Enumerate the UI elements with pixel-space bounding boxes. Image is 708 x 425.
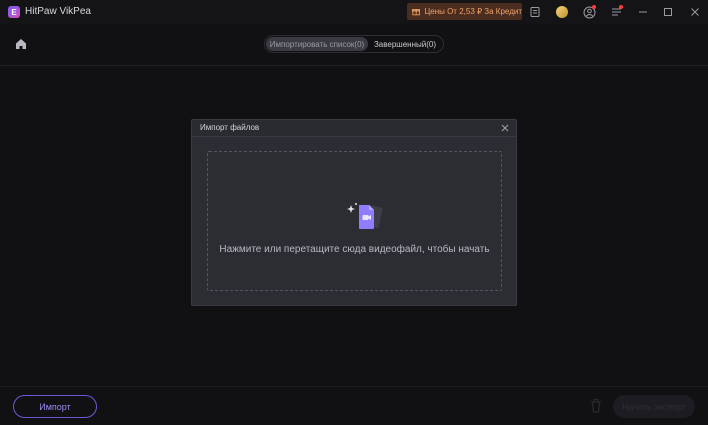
account-icon[interactable] <box>582 5 596 19</box>
tab-import-list[interactable]: Импортировать список(0) <box>266 37 368 51</box>
video-file-icon <box>347 203 383 229</box>
notification-dot <box>592 5 596 9</box>
maximize-icon[interactable] <box>661 5 675 19</box>
close-icon[interactable] <box>500 123 510 133</box>
minimize-icon[interactable] <box>636 5 650 19</box>
gift-icon <box>412 9 421 16</box>
trash-icon[interactable] <box>589 398 603 414</box>
promo-text: Цены От 2,53 ₽ За Кредит <box>424 7 522 16</box>
notes-icon[interactable] <box>528 5 542 19</box>
close-window-icon[interactable] <box>688 5 702 19</box>
list-tabs: Импортировать список(0) Завершенный(0) <box>264 35 444 53</box>
import-button[interactable]: Импорт <box>13 395 97 418</box>
drop-instruction-text: Нажмите или перетащите сюда видеофайл, ч… <box>219 244 490 255</box>
app-title: HitPaw VikPea <box>25 6 91 17</box>
start-export-button[interactable]: Начать экспорт <box>613 395 695 418</box>
import-dialog: Импорт файлов Нажмите или перетащите сюд… <box>191 119 517 306</box>
app-logo-letter: E <box>11 7 17 17</box>
dialog-header: Импорт файлов <box>192 120 516 137</box>
menu-notification-dot <box>619 5 623 9</box>
coin-icon[interactable] <box>555 5 569 19</box>
menu-icon[interactable] <box>609 5 623 19</box>
app-logo-icon: E <box>8 6 20 18</box>
dialog-title: Импорт файлов <box>200 123 260 132</box>
promo-banner[interactable]: Цены От 2,53 ₽ За Кредит <box>407 3 522 20</box>
file-drop-zone[interactable]: Нажмите или перетащите сюда видеофайл, ч… <box>207 151 502 291</box>
title-bar: E HitPaw VikPea Цены От 2,53 ₽ За Кредит <box>0 0 708 24</box>
home-icon[interactable] <box>14 37 28 51</box>
bottom-bar: Импорт Начать экспорт <box>0 386 708 425</box>
top-bar: Импортировать список(0) Завершенный(0) <box>0 24 708 66</box>
tab-completed[interactable]: Завершенный(0) <box>368 37 442 51</box>
